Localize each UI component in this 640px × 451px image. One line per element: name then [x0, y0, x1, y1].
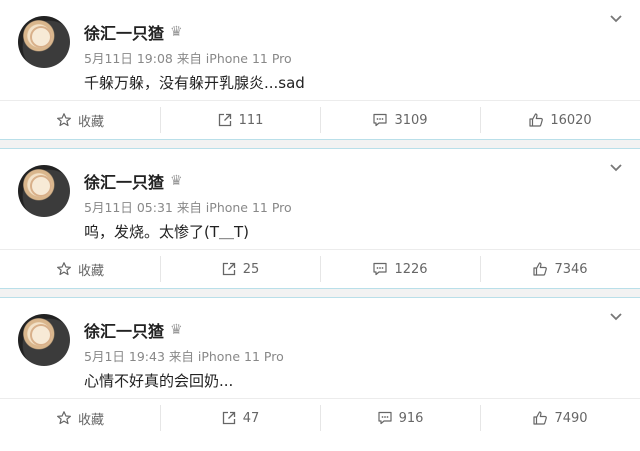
comment-count: 916	[398, 410, 424, 426]
action-bar: 收藏 111 3109 16020	[0, 100, 640, 139]
name-row: 徐汇一只猹 ♛	[84, 169, 183, 193]
like-button[interactable]: 7490	[480, 399, 640, 437]
favorite-button[interactable]: 收藏	[0, 250, 160, 288]
post-main: 徐汇一只猹 ♛ 5月11日 19:08 来自 iPhone 11 Pro 千躲万…	[0, 0, 640, 100]
share-icon	[221, 261, 237, 277]
post-main: 徐汇一只猹 ♛ 5月1日 19:43 来自 iPhone 11 Pro 心情不好…	[0, 298, 640, 398]
crown-badge-icon: ♛	[170, 322, 183, 338]
post-content: 心情不好真的会回奶...	[84, 372, 234, 390]
post-separator	[0, 139, 640, 149]
post-meta: 5月1日 19:43 来自 iPhone 11 Pro	[84, 349, 284, 364]
crown-badge-icon: ♛	[170, 24, 183, 40]
post-meta: 5月11日 05:31 来自 iPhone 11 Pro	[84, 200, 292, 215]
favorite-label: 收藏	[77, 263, 104, 279]
favorite-button[interactable]: 收藏	[0, 101, 160, 139]
username[interactable]: 徐汇一只猹	[84, 169, 164, 193]
favorite-button[interactable]: 收藏	[0, 399, 160, 437]
like-count: 7490	[554, 410, 588, 426]
comment-count: 3109	[394, 112, 428, 128]
comment-icon	[372, 112, 388, 128]
like-count: 16020	[550, 112, 592, 128]
action-bar: 收藏 25 1226 7346	[0, 249, 640, 288]
avatar[interactable]	[18, 16, 70, 68]
favorite-label: 收藏	[77, 114, 104, 130]
repost-count: 111	[238, 112, 264, 128]
username[interactable]: 徐汇一只猹	[84, 20, 164, 44]
comment-button[interactable]: 916	[320, 399, 480, 437]
thumbs-up-icon	[532, 410, 548, 426]
post-meta: 5月11日 19:08 来自 iPhone 11 Pro	[84, 51, 292, 66]
post-main: 徐汇一只猹 ♛ 5月11日 05:31 来自 iPhone 11 Pro 呜，发…	[0, 149, 640, 249]
chevron-down-icon[interactable]	[608, 159, 624, 175]
comment-icon	[377, 410, 393, 426]
star-icon	[56, 112, 72, 128]
post-content: 千躲万躲，没有躲开乳腺炎...sad	[84, 74, 305, 92]
comment-button[interactable]: 1226	[320, 250, 480, 288]
favorite-label: 收藏	[77, 412, 104, 428]
star-icon	[56, 261, 72, 277]
post-content: 呜，发烧。太惨了(T＿T)	[84, 223, 250, 241]
avatar[interactable]	[18, 165, 70, 217]
like-button[interactable]: 7346	[480, 250, 640, 288]
post-card: 徐汇一只猹 ♛ 5月11日 19:08 来自 iPhone 11 Pro 千躲万…	[0, 0, 640, 139]
post-separator	[0, 288, 640, 298]
chevron-down-icon[interactable]	[608, 308, 624, 324]
like-button[interactable]: 16020	[480, 101, 640, 139]
thumbs-up-icon	[528, 112, 544, 128]
repost-button[interactable]: 47	[160, 399, 320, 437]
action-bar: 收藏 47 916 7490	[0, 398, 640, 437]
repost-count: 25	[242, 261, 260, 277]
name-row: 徐汇一只猹 ♛	[84, 20, 183, 44]
thumbs-up-icon	[532, 261, 548, 277]
avatar[interactable]	[18, 314, 70, 366]
share-icon	[217, 112, 233, 128]
like-count: 7346	[554, 261, 588, 277]
comment-icon	[372, 261, 388, 277]
share-icon	[221, 410, 237, 426]
post-card: 徐汇一只猹 ♛ 5月11日 05:31 来自 iPhone 11 Pro 呜，发…	[0, 149, 640, 288]
repost-button[interactable]: 111	[160, 101, 320, 139]
comment-count: 1226	[394, 261, 428, 277]
comment-button[interactable]: 3109	[320, 101, 480, 139]
username[interactable]: 徐汇一只猹	[84, 318, 164, 342]
name-row: 徐汇一只猹 ♛	[84, 318, 183, 342]
chevron-down-icon[interactable]	[608, 10, 624, 26]
post-card: 徐汇一只猹 ♛ 5月1日 19:43 来自 iPhone 11 Pro 心情不好…	[0, 298, 640, 437]
star-icon	[56, 410, 72, 426]
repost-button[interactable]: 25	[160, 250, 320, 288]
crown-badge-icon: ♛	[170, 173, 183, 189]
repost-count: 47	[242, 410, 260, 426]
